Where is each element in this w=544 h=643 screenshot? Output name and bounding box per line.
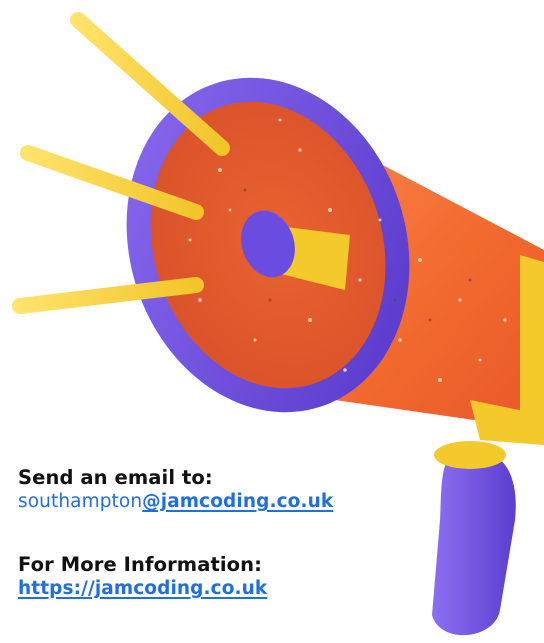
email-domain-link[interactable]: @jamcoding.co.uk	[142, 491, 333, 512]
website-link[interactable]: https://jamcoding.co.uk	[18, 577, 267, 601]
email-heading: Send an email to:	[18, 466, 213, 489]
more-info-section: For More Information: https://jamcoding.…	[18, 553, 267, 601]
megaphone-icon	[12, 12, 544, 636]
promo-card: Send an email to: southampton@jamcoding.…	[0, 0, 544, 643]
email-local-part: southampton	[18, 491, 143, 512]
email-address[interactable]: southampton@jamcoding.co.uk	[18, 490, 333, 514]
more-info-heading: For More Information:	[18, 553, 263, 576]
sound-ray-top	[70, 12, 230, 156]
megaphone-handle	[432, 441, 516, 636]
email-section: Send an email to: southampton@jamcoding.…	[18, 466, 333, 514]
